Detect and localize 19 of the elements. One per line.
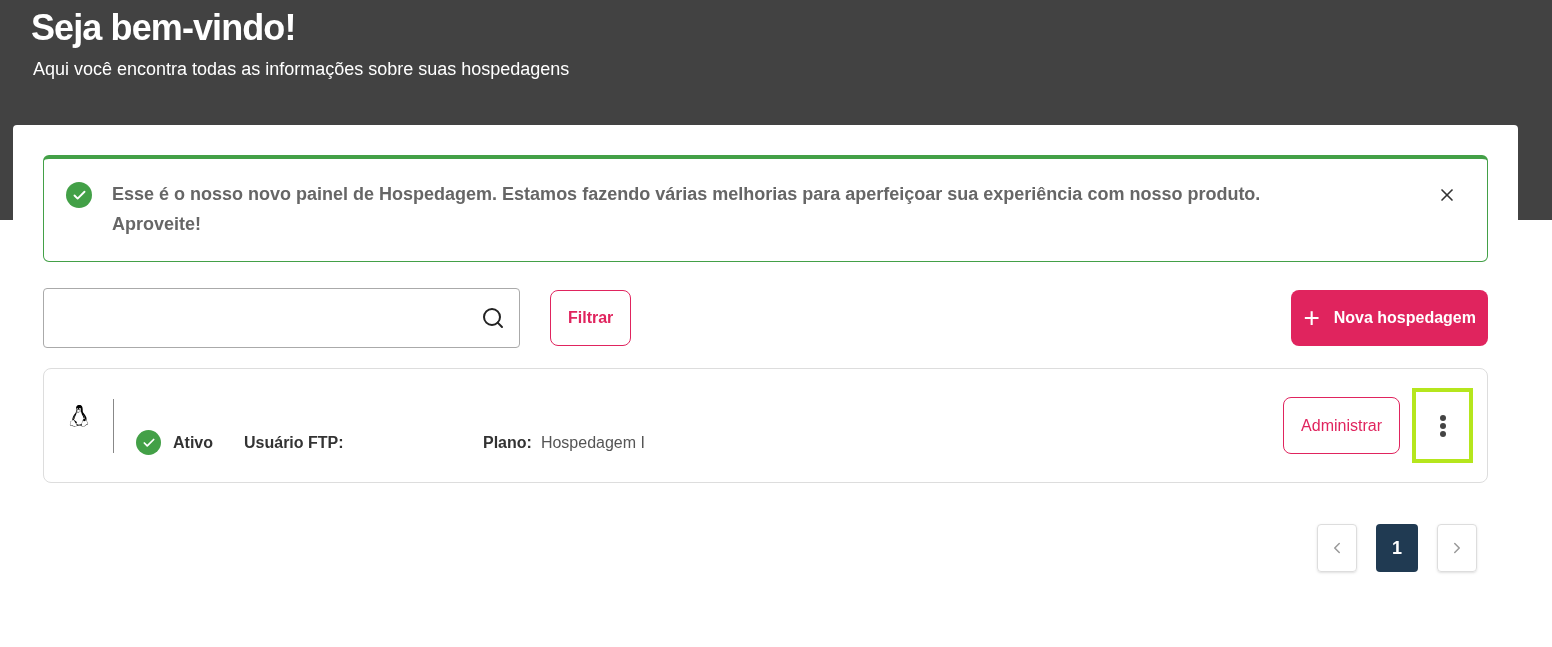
filter-button[interactable]: Filtrar	[550, 290, 632, 346]
new-hosting-button[interactable]: + Nova hospedagem	[1291, 290, 1488, 346]
page-title: Seja bem-vindo!	[31, 6, 297, 50]
search-icon	[481, 306, 505, 330]
vertical-dots-icon	[1439, 414, 1446, 437]
plan-label: Plano:	[483, 432, 532, 453]
penguin-icon	[68, 404, 90, 427]
check-icon	[66, 182, 92, 208]
status-label: Ativo	[173, 432, 213, 453]
page-subtitle: Aqui você encontra todas as informações sobre suas hospedagens	[33, 58, 571, 81]
more-menu-button[interactable]	[1412, 388, 1473, 463]
ftp-user-label: Usuário FTP:	[244, 432, 345, 453]
manage-button[interactable]: Administrar	[1283, 397, 1400, 454]
page-button[interactable]: 1	[1376, 524, 1418, 572]
alert-message: Esse é o nosso novo painel de Hospedagem. Estamos fazendo várias melhorias para aperfeiçoar sua experiência com nosso produto. Aproveite!	[112, 183, 1262, 236]
plan-name: Hospedagem I	[540, 432, 645, 453]
previous-page-button[interactable]	[1317, 524, 1357, 572]
search-field[interactable]	[43, 288, 520, 348]
next-page-button[interactable]	[1437, 524, 1477, 572]
